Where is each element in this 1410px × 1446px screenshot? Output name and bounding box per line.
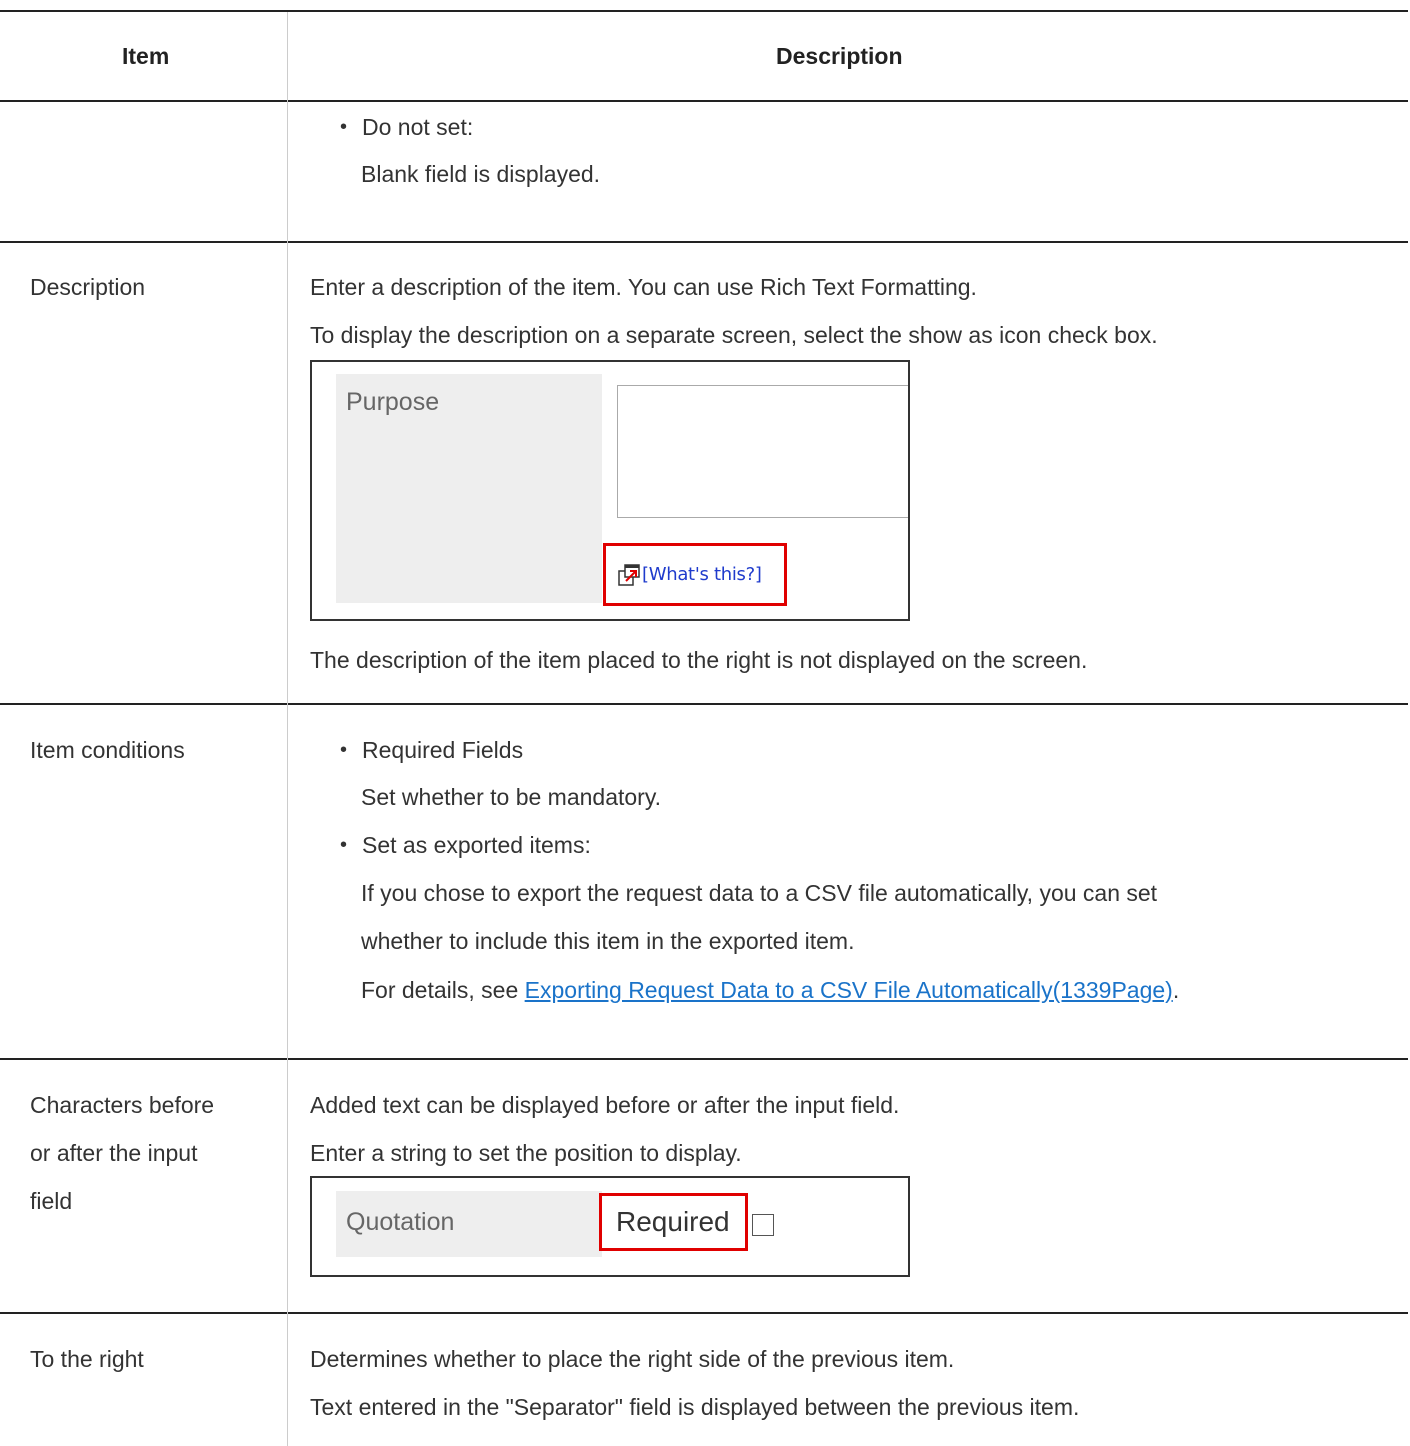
row-divider xyxy=(0,1312,1408,1314)
header-item: Item xyxy=(122,43,170,69)
item-name: Description xyxy=(30,274,146,300)
item-name: field xyxy=(30,1188,73,1214)
item-name: Characters before xyxy=(30,1092,215,1118)
field-label: Purpose xyxy=(346,388,440,416)
option-description: whether to include this item in the expo… xyxy=(361,928,855,954)
option-description: Set whether to be mandatory. xyxy=(361,784,662,810)
bullet-marker: • xyxy=(340,834,348,856)
details-line: For details, see Exporting Request Data … xyxy=(361,976,1179,1004)
csv-export-link[interactable]: Exporting Request Data to a CSV File Aut… xyxy=(525,977,1173,1003)
description-text: Enter a string to set the position to di… xyxy=(310,1140,742,1166)
description-text: Determines whether to place the right si… xyxy=(310,1346,955,1372)
item-name: To the right xyxy=(30,1346,144,1372)
option-label: Do not set: xyxy=(362,114,474,140)
settings-table: Item Description • Do not set: Blank fie… xyxy=(0,0,1410,1446)
option-label: Set as exported items: xyxy=(362,832,591,858)
bullet-marker: • xyxy=(340,739,348,761)
row-divider xyxy=(0,703,1408,705)
description-text: Added text can be displayed before or af… xyxy=(310,1092,900,1118)
whats-this-link: [What's this?] xyxy=(642,564,762,585)
description-text: Enter a description of the item. You can… xyxy=(310,274,977,300)
quotation-screenshot: Quotation Required xyxy=(310,1176,910,1277)
textarea-field xyxy=(617,385,908,518)
popup-window-icon xyxy=(618,564,640,586)
description-text: To display the description on a separate… xyxy=(310,322,1158,348)
details-prefix: For details, see xyxy=(361,977,525,1003)
column-divider xyxy=(287,12,288,1446)
details-suffix: . xyxy=(1172,977,1180,1003)
description-text: The description of the item placed to th… xyxy=(310,647,1088,673)
option-label: Required Fields xyxy=(362,737,524,763)
table-top-border xyxy=(0,10,1408,12)
field-label: Quotation xyxy=(346,1208,455,1236)
header-description: Description xyxy=(776,43,903,69)
description-text: Text entered in the "Separator" field is… xyxy=(310,1394,1080,1420)
item-name: or after the input xyxy=(30,1140,198,1166)
purpose-screenshot: Purpose [What's this?] xyxy=(310,360,910,621)
row-divider xyxy=(0,1058,1408,1060)
header-bottom-border xyxy=(0,100,1408,102)
row-divider xyxy=(0,241,1408,243)
option-description: Blank field is displayed. xyxy=(361,161,601,187)
checkbox xyxy=(752,1214,774,1236)
option-description: If you chose to export the request data … xyxy=(361,880,1158,906)
required-text: Required xyxy=(616,1206,730,1237)
item-name: Item conditions xyxy=(30,737,185,763)
bullet-marker: • xyxy=(340,116,348,138)
